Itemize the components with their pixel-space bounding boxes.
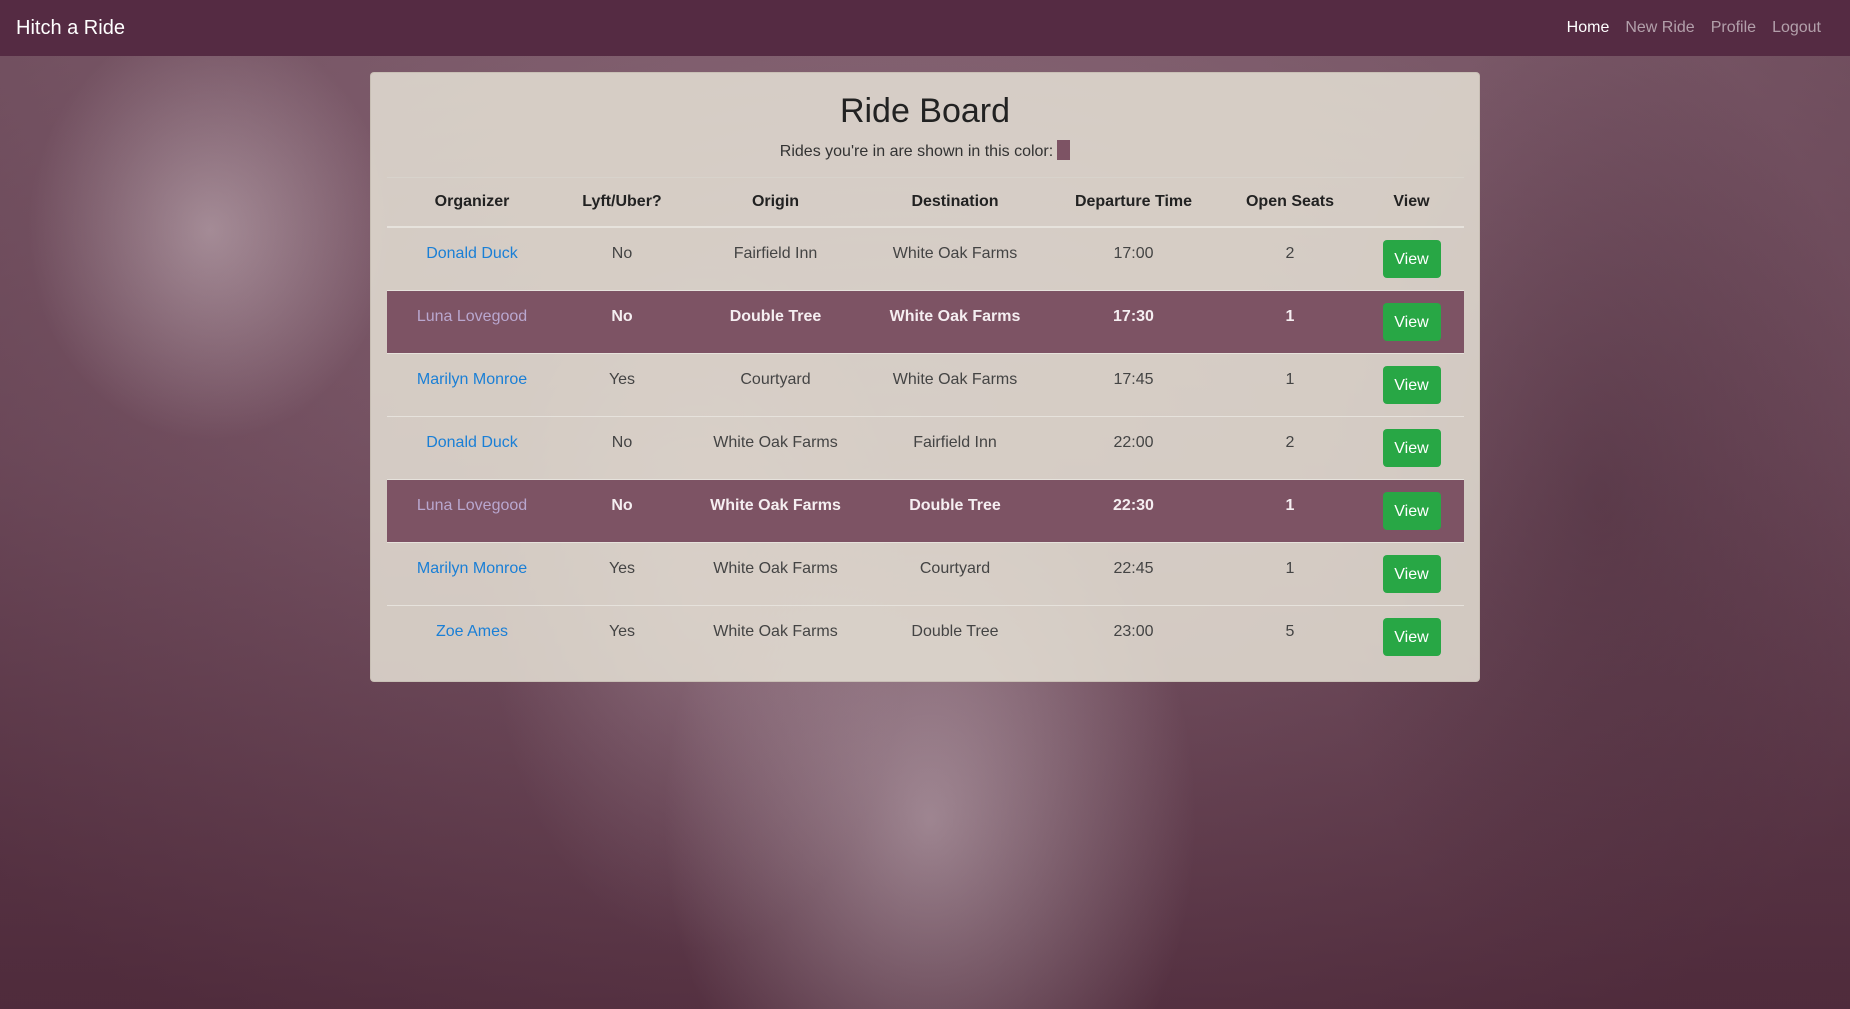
organizer-cell: Zoe Ames	[387, 604, 557, 668]
rides-table: Organizer Lyft/Uber? Origin Destination …	[387, 176, 1464, 668]
legend: Rides you're in are shown in this color:	[387, 139, 1463, 162]
organizer-cell: Marilyn Monroe	[387, 541, 557, 606]
view-ride-button[interactable]: View	[1382, 428, 1441, 467]
view-ride-button[interactable]: View	[1382, 365, 1441, 404]
view-cell: View	[1359, 352, 1464, 417]
departure-time-cell: 22:30	[1046, 478, 1221, 543]
navbar: Hitch a Ride Home New Ride Profile Logou…	[0, 0, 1850, 56]
view-ride-button[interactable]: View	[1382, 617, 1441, 656]
column-header-organizer: Organizer	[387, 176, 557, 228]
table-row: Donald Duck No White Oak Farms Fairfield…	[387, 415, 1464, 480]
origin-cell: White Oak Farms	[687, 415, 864, 480]
view-ride-button[interactable]: View	[1382, 302, 1441, 341]
destination-cell: White Oak Farms	[864, 289, 1046, 354]
nav-new-ride-link[interactable]: New Ride	[1617, 19, 1702, 37]
column-header-departure-time: Departure Time	[1046, 176, 1221, 228]
nav-links: Home New Ride Profile Logout	[1559, 19, 1829, 37]
origin-cell: Courtyard	[687, 352, 864, 417]
departure-time-cell: 22:45	[1046, 541, 1221, 606]
table-row: Marilyn Monroe Yes White Oak Farms Court…	[387, 541, 1464, 606]
destination-cell: Double Tree	[864, 604, 1046, 668]
nav-profile-link[interactable]: Profile	[1703, 19, 1764, 37]
table-row: Luna Lovegood No Double Tree White Oak F…	[387, 289, 1464, 354]
rideshare-cell: No	[557, 289, 687, 354]
rideshare-cell: Yes	[557, 352, 687, 417]
rideshare-cell: No	[557, 415, 687, 480]
view-cell: View	[1359, 226, 1464, 291]
column-header-origin: Origin	[687, 176, 864, 228]
destination-cell: Fairfield Inn	[864, 415, 1046, 480]
view-cell: View	[1359, 541, 1464, 606]
view-ride-button[interactable]: View	[1382, 239, 1441, 278]
column-header-open-seats: Open Seats	[1221, 176, 1359, 228]
rideshare-cell: Yes	[557, 541, 687, 606]
organizer-cell: Marilyn Monroe	[387, 352, 557, 417]
organizer-cell: Luna Lovegood	[387, 289, 557, 354]
rideshare-cell: No	[557, 226, 687, 291]
open-seats-cell: 2	[1221, 415, 1359, 480]
table-row: Marilyn Monroe Yes Courtyard White Oak F…	[387, 352, 1464, 417]
origin-cell: White Oak Farms	[687, 541, 864, 606]
destination-cell: White Oak Farms	[864, 226, 1046, 291]
departure-time-cell: 17:00	[1046, 226, 1221, 291]
origin-cell: Double Tree	[687, 289, 864, 354]
view-cell: View	[1359, 478, 1464, 543]
open-seats-cell: 1	[1221, 541, 1359, 606]
organizer-link[interactable]: Marilyn Monroe	[417, 560, 527, 577]
page-title: Ride Board	[839, 92, 1011, 130]
organizer-link[interactable]: Donald Duck	[426, 245, 518, 262]
departure-time-cell: 17:45	[1046, 352, 1221, 417]
organizer-cell: Donald Duck	[387, 415, 557, 480]
legend-text: Rides you're in are shown in this color:	[779, 142, 1054, 160]
rideshare-cell: Yes	[557, 604, 687, 668]
column-header-destination: Destination	[864, 176, 1046, 228]
organizer-cell: Luna Lovegood	[387, 478, 557, 543]
rideshare-cell: No	[557, 478, 687, 543]
table-row: Luna Lovegood No White Oak Farms Double …	[387, 478, 1464, 543]
open-seats-cell: 1	[1221, 478, 1359, 543]
open-seats-cell: 2	[1221, 226, 1359, 291]
table-row: Donald Duck No Fairfield Inn White Oak F…	[387, 226, 1464, 291]
destination-cell: White Oak Farms	[864, 352, 1046, 417]
column-header-view: View	[1359, 176, 1464, 228]
legend-color-swatch	[1057, 139, 1071, 160]
view-cell: View	[1359, 604, 1464, 668]
open-seats-cell: 1	[1221, 352, 1359, 417]
view-cell: View	[1359, 415, 1464, 480]
ride-board-panel: Ride Board Rides you're in are shown in …	[370, 72, 1480, 682]
departure-time-cell: 17:30	[1046, 289, 1221, 354]
organizer-link[interactable]: Marilyn Monroe	[417, 371, 527, 388]
organizer-link[interactable]: Donald Duck	[426, 434, 518, 451]
open-seats-cell: 1	[1221, 289, 1359, 354]
organizer-link[interactable]: Luna Lovegood	[417, 308, 527, 325]
table-header-row: Organizer Lyft/Uber? Origin Destination …	[387, 176, 1464, 228]
brand-link[interactable]: Hitch a Ride	[16, 17, 125, 40]
column-header-rideshare: Lyft/Uber?	[557, 176, 687, 228]
departure-time-cell: 22:00	[1046, 415, 1221, 480]
view-ride-button[interactable]: View	[1382, 554, 1441, 593]
destination-cell: Double Tree	[864, 478, 1046, 543]
origin-cell: White Oak Farms	[687, 478, 864, 543]
organizer-cell: Donald Duck	[387, 226, 557, 291]
view-cell: View	[1359, 289, 1464, 354]
destination-cell: Courtyard	[864, 541, 1046, 606]
table-row: Zoe Ames Yes White Oak Farms Double Tree…	[387, 604, 1464, 668]
nav-logout-link[interactable]: Logout	[1764, 19, 1829, 37]
organizer-link[interactable]: Luna Lovegood	[417, 497, 527, 514]
departure-time-cell: 23:00	[1046, 604, 1221, 668]
origin-cell: White Oak Farms	[687, 604, 864, 668]
open-seats-cell: 5	[1221, 604, 1359, 668]
view-ride-button[interactable]: View	[1382, 491, 1441, 530]
nav-home-link[interactable]: Home	[1559, 19, 1618, 37]
origin-cell: Fairfield Inn	[687, 226, 864, 291]
organizer-link[interactable]: Zoe Ames	[436, 623, 508, 640]
